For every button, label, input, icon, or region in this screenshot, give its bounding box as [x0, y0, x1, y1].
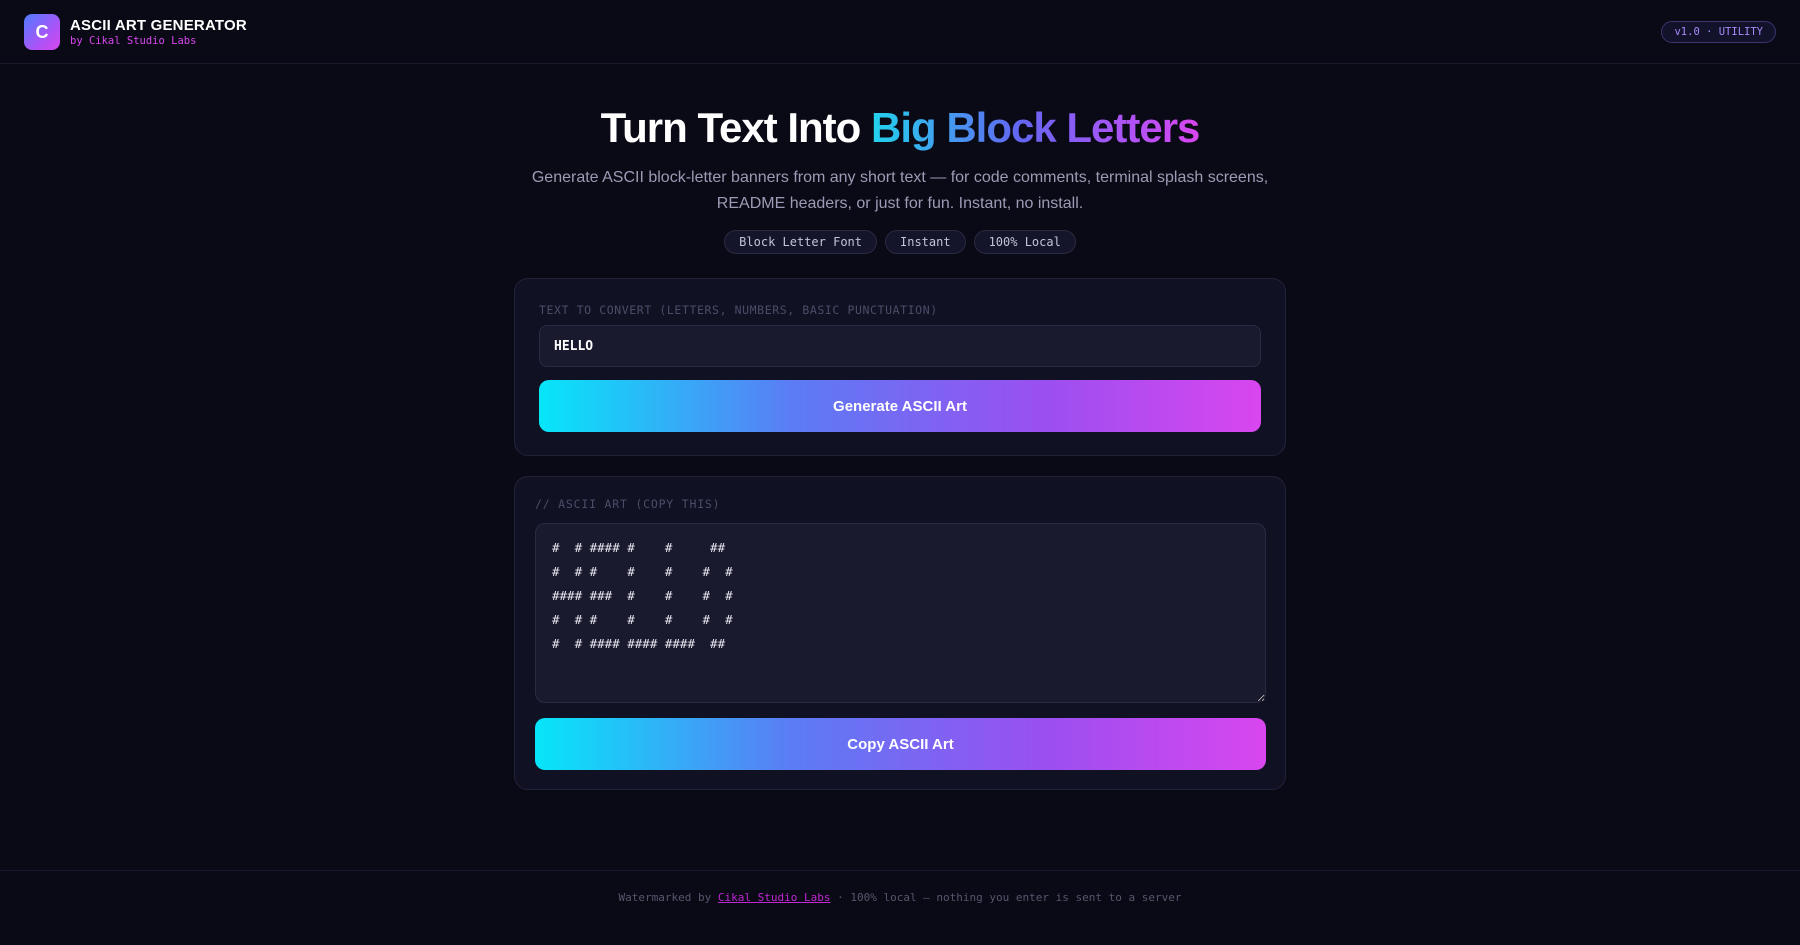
- ascii-output-label: // ASCII ART (COPY THIS): [535, 497, 721, 511]
- input-card: TEXT TO CONVERT (LETTERS, NUMBERS, BASIC…: [514, 278, 1286, 456]
- ascii-output-textarea[interactable]: # # #### # # ## # # # # # # # #### ### #…: [535, 523, 1266, 703]
- feature-chips: Block Letter Font Instant 100% Local: [0, 230, 1800, 254]
- text-input-label: TEXT TO CONVERT (LETTERS, NUMBERS, BASIC…: [539, 303, 938, 317]
- logo-icon: C: [24, 14, 60, 50]
- output-card: // ASCII ART (COPY THIS) # # #### # # ##…: [514, 476, 1286, 790]
- page: C ASCII ART GENERATOR by Cikal Studio La…: [0, 0, 1800, 945]
- top-header: C ASCII ART GENERATOR by Cikal Studio La…: [0, 0, 1800, 64]
- hero-title-accent: Big Block Letters: [871, 104, 1200, 151]
- footer-text: Watermarked by Cikal Studio Labs · 100% …: [0, 891, 1800, 904]
- copy-ascii-button[interactable]: Copy ASCII Art: [535, 718, 1266, 770]
- footer-prefix: Watermarked by: [618, 891, 718, 904]
- footer-suffix: · 100% local — nothing you enter is sent…: [830, 891, 1182, 904]
- text-to-convert-input[interactable]: [539, 325, 1261, 367]
- hero-title: Turn Text Into Big Block Letters: [0, 104, 1800, 152]
- chip-local: 100% Local: [973, 230, 1076, 254]
- version-badge: v1.0 · UTILITY: [1661, 21, 1776, 43]
- generate-button[interactable]: Generate ASCII Art: [539, 380, 1261, 432]
- app-title: ASCII ART GENERATOR: [70, 17, 247, 34]
- chip-instant: Instant: [885, 230, 966, 254]
- footer-studio-link[interactable]: Cikal Studio Labs: [718, 891, 831, 904]
- app-subtitle: by Cikal Studio Labs: [70, 35, 197, 47]
- hero-title-plain: Turn Text Into: [600, 104, 871, 151]
- chip-block-letter-font: Block Letter Font: [724, 230, 877, 254]
- footer: Watermarked by Cikal Studio Labs · 100% …: [0, 870, 1800, 945]
- hero-description: Generate ASCII block-letter banners from…: [531, 169, 1269, 212]
- logo-letter: C: [35, 21, 49, 42]
